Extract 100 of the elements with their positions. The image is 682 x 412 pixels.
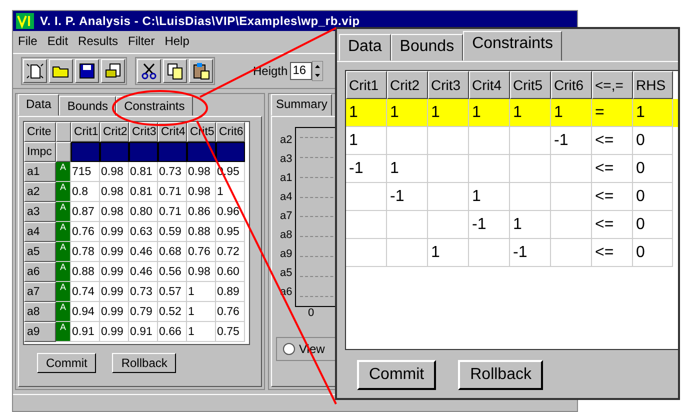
tab[interactable]: Bounds xyxy=(59,96,116,116)
table-cell: 0.8 xyxy=(71,182,100,202)
axis-label: a2 xyxy=(280,133,292,148)
table-cell: 0 xyxy=(636,216,645,234)
table-cell: 0.98 xyxy=(100,182,129,202)
status-cell: A xyxy=(56,182,71,202)
weight-cell xyxy=(129,142,158,162)
row-header[interactable]: a6 xyxy=(24,262,56,282)
table-row[interactable]: -1 1 <= 0 xyxy=(346,155,678,183)
menu-item[interactable]: Edit xyxy=(47,34,68,50)
menu-item[interactable]: File xyxy=(18,34,38,50)
paste-icon[interactable] xyxy=(189,59,213,83)
menu-item[interactable]: Filter xyxy=(128,34,155,50)
row-header[interactable]: a1 xyxy=(24,162,56,182)
table-cell: 0.76 xyxy=(71,222,100,242)
action-button[interactable]: Rollback xyxy=(112,353,176,373)
table-cell: -1 xyxy=(472,216,486,234)
table-cell: <= xyxy=(595,244,614,262)
table-cell: 0.98 xyxy=(100,162,129,182)
table-row[interactable]: -1 1 <= 0 xyxy=(346,211,678,239)
column-header: RHS xyxy=(633,71,673,99)
table-cell: 0 xyxy=(636,160,645,178)
tab[interactable]: Data xyxy=(18,94,60,116)
open-folder-icon[interactable] xyxy=(49,59,73,83)
table-cell: <= xyxy=(595,216,614,234)
row-header[interactable]: a7 xyxy=(24,282,56,302)
table-cell: 0.79 xyxy=(129,302,158,322)
axis-label: a4 xyxy=(280,190,292,205)
table-cell: 0.80 xyxy=(129,202,158,222)
status-cell: A xyxy=(56,262,71,282)
table-row[interactable]: -1 1 <= 0 xyxy=(346,183,678,211)
table-cell: -1 xyxy=(390,188,404,206)
copy-icon[interactable] xyxy=(163,59,187,83)
action-button[interactable]: Rollback xyxy=(458,360,544,390)
height-label: Heigth xyxy=(253,64,288,78)
table-cell: 1 xyxy=(216,182,245,202)
table-cell: = xyxy=(595,104,604,122)
table-cell: 0.63 xyxy=(129,222,158,242)
column-header: Crit2 xyxy=(387,71,428,99)
table-cell: 0.99 xyxy=(100,242,129,262)
table-cell: -1 xyxy=(554,132,568,150)
table-cell: 0.60 xyxy=(216,262,245,282)
radio-button[interactable] xyxy=(283,343,295,355)
table-cell: 1 xyxy=(513,216,522,234)
table-cell: 0.73 xyxy=(129,282,158,302)
table-row[interactable]: 1 -1 <= 0 xyxy=(346,239,678,267)
window-title: V. I. P. Analysis - C:\LuisDias\VIP\Examples\wp_rb.vip xyxy=(40,14,360,28)
row-header[interactable]: a9 xyxy=(24,322,56,342)
table-cell: 1 xyxy=(472,104,481,122)
tab[interactable]: Bounds xyxy=(390,34,464,61)
row-header[interactable]: a4 xyxy=(24,222,56,242)
table-cell: 0.99 xyxy=(100,302,129,322)
table-cell: 0.94 xyxy=(71,302,100,322)
height-field[interactable]: 16 xyxy=(290,62,312,80)
table-cell: 0.91 xyxy=(129,322,158,342)
table-cell: <= xyxy=(595,132,614,150)
table-cell: 0.59 xyxy=(158,222,187,242)
row-header[interactable]: a2 xyxy=(24,182,56,202)
column-header: <=,= xyxy=(592,71,633,99)
table-cell: 0 xyxy=(636,132,645,150)
table-cell: 1 xyxy=(187,322,216,342)
print-icon[interactable] xyxy=(101,59,125,83)
new-file-icon[interactable] xyxy=(23,59,47,83)
row-header[interactable]: a3 xyxy=(24,202,56,222)
menu-item[interactable]: Results xyxy=(78,34,118,50)
table-cell: 0.87 xyxy=(71,202,100,222)
status-cell: A xyxy=(56,222,71,242)
table-cell: 0 xyxy=(636,244,645,262)
table-cell: -1 xyxy=(513,244,528,262)
tab[interactable]: Constraints xyxy=(463,31,562,61)
cut-icon[interactable] xyxy=(137,59,161,83)
table-cell: 0.91 xyxy=(71,322,100,342)
axis-label: 0 xyxy=(308,307,316,319)
table-cell: 0.74 xyxy=(71,282,100,302)
column-header: Crit6 xyxy=(551,71,592,99)
axis-label: a9 xyxy=(280,247,292,262)
spin-arrows-icon[interactable] xyxy=(312,61,323,81)
axis-label: a8 xyxy=(280,228,292,243)
table-cell: 1 xyxy=(431,104,440,122)
menu-item[interactable]: Help xyxy=(164,34,190,50)
table-cell: 1 xyxy=(636,104,645,122)
table-cell: 1 xyxy=(554,104,563,122)
column-header: Crit4 xyxy=(469,71,510,99)
tab[interactable]: Data xyxy=(339,34,391,61)
table-row[interactable]: 1 -1 <= 0 xyxy=(346,127,678,155)
column-header: Crit4 xyxy=(158,122,187,142)
action-button[interactable]: Commit xyxy=(37,353,96,373)
table-cell: 0.46 xyxy=(129,262,158,282)
row-header[interactable]: a8 xyxy=(24,302,56,322)
table-cell: 0.95 xyxy=(216,222,245,242)
table-row[interactable]: 1 1 1 1 1 1 = 1 xyxy=(346,99,678,127)
action-button[interactable]: Commit xyxy=(357,360,436,390)
table-cell: 1 xyxy=(431,244,440,262)
tab[interactable]: Summary xyxy=(271,94,332,116)
tab[interactable]: Constraints xyxy=(116,96,193,116)
table-cell: 0.52 xyxy=(158,302,187,322)
row-header[interactable]: a5 xyxy=(24,242,56,262)
save-icon[interactable] xyxy=(75,59,99,83)
table-cell: <= xyxy=(595,188,614,206)
table-cell: 0.98 xyxy=(100,202,129,222)
